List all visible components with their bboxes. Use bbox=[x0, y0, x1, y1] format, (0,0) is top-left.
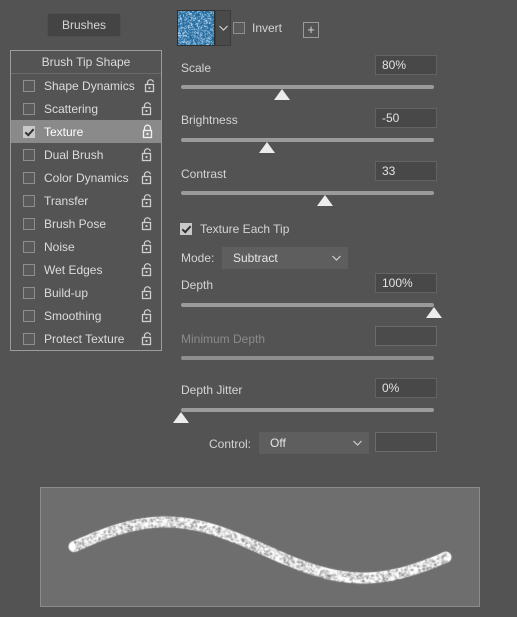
unlock-icon bbox=[141, 217, 152, 231]
brightness-label: Brightness bbox=[181, 113, 238, 127]
chevron-down-icon bbox=[353, 440, 362, 446]
mode-label: Mode: bbox=[181, 251, 215, 265]
option-label: Shape Dynamics bbox=[44, 78, 135, 93]
option-row-noise[interactable]: Noise bbox=[11, 235, 161, 258]
option-row-scattering[interactable]: Scattering bbox=[11, 97, 161, 120]
option-row-brush-pose[interactable]: Brush Pose bbox=[11, 212, 161, 235]
scale-value-field[interactable]: 80% bbox=[375, 55, 437, 75]
mode-dropdown[interactable]: Subtract bbox=[222, 247, 348, 269]
unlock-icon bbox=[144, 79, 154, 93]
unlock-icon bbox=[141, 309, 152, 323]
option-row-wet-edges[interactable]: Wet Edges bbox=[11, 258, 161, 281]
unlock-icon bbox=[141, 332, 152, 346]
option-checkbox[interactable] bbox=[23, 240, 35, 253]
scale-label: Scale bbox=[181, 61, 212, 75]
control-dropdown[interactable]: Off bbox=[259, 432, 369, 454]
brightness-slider-handle[interactable] bbox=[259, 142, 276, 153]
depth-slider-handle[interactable] bbox=[426, 307, 442, 318]
option-checkbox[interactable] bbox=[23, 309, 35, 322]
invert-checkbox-row[interactable]: Invert bbox=[233, 21, 282, 35]
unlock-icon bbox=[141, 286, 152, 300]
option-label: Scattering bbox=[44, 101, 99, 116]
depth-jitter-slider-track[interactable] bbox=[181, 408, 434, 412]
option-row-build-up[interactable]: Build-up bbox=[11, 281, 161, 304]
option-checkbox[interactable] bbox=[23, 217, 35, 230]
option-row-shape-dynamics[interactable]: Shape Dynamics bbox=[11, 74, 161, 97]
brush-stroke-preview bbox=[40, 487, 480, 607]
contrast-slider-track[interactable] bbox=[181, 191, 434, 195]
option-checkbox[interactable] bbox=[23, 102, 35, 115]
invert-checkbox[interactable] bbox=[233, 22, 245, 34]
option-label: Texture bbox=[44, 124, 84, 139]
option-checkbox[interactable] bbox=[23, 171, 35, 184]
brush-options-list: Brush Tip Shape Shape Dynamics Scattering… bbox=[10, 50, 162, 351]
invert-label: Invert bbox=[252, 21, 283, 35]
unlock-icon bbox=[141, 240, 152, 254]
new-texture-preset-button[interactable]: + bbox=[303, 22, 319, 38]
option-row-color-dynamics[interactable]: Color Dynamics bbox=[11, 166, 161, 189]
option-checkbox[interactable] bbox=[23, 79, 35, 92]
option-row-dual-brush[interactable]: Dual Brush bbox=[11, 143, 161, 166]
brightness-value-field[interactable]: -50 bbox=[375, 108, 437, 128]
depth-slider-track[interactable] bbox=[181, 303, 434, 307]
contrast-label: Contrast bbox=[181, 167, 227, 181]
unlock-icon bbox=[141, 194, 152, 208]
option-checkbox[interactable] bbox=[23, 194, 35, 207]
option-row-smoothing[interactable]: Smoothing bbox=[11, 304, 161, 327]
texture-each-tip-checkbox[interactable] bbox=[180, 223, 192, 235]
chevron-down-icon bbox=[332, 255, 341, 261]
texture-preset-dropdown[interactable] bbox=[215, 10, 231, 46]
depth-jitter-slider-handle[interactable] bbox=[173, 412, 189, 423]
option-label: Build-up bbox=[44, 285, 89, 300]
depth-value-field[interactable]: 100% bbox=[375, 273, 437, 293]
option-label: Smoothing bbox=[44, 308, 102, 323]
control-value: Off bbox=[270, 436, 286, 450]
depth-jitter-value-field[interactable]: 0% bbox=[375, 378, 437, 398]
unlock-icon bbox=[141, 263, 152, 277]
contrast-value-field[interactable]: 33 bbox=[375, 161, 437, 181]
option-checkbox[interactable] bbox=[23, 332, 35, 345]
texture-each-tip-label: Texture Each Tip bbox=[200, 222, 290, 236]
depth-jitter-label: Depth Jitter bbox=[181, 383, 243, 397]
option-row-texture[interactable]: Texture bbox=[11, 120, 161, 143]
minimum-depth-value-field bbox=[375, 326, 437, 346]
brush-tip-shape-header[interactable]: Brush Tip Shape bbox=[11, 51, 161, 74]
option-row-transfer[interactable]: Transfer bbox=[11, 189, 161, 212]
texture-each-tip-row[interactable]: Texture Each Tip bbox=[180, 222, 289, 236]
option-checkbox[interactable] bbox=[23, 125, 35, 138]
unlock-icon bbox=[141, 171, 152, 185]
scale-slider-handle[interactable] bbox=[274, 89, 291, 100]
option-label: Brush Pose bbox=[44, 216, 107, 231]
option-checkbox[interactable] bbox=[23, 286, 35, 299]
option-label: Protect Texture bbox=[44, 331, 125, 346]
contrast-slider-handle[interactable] bbox=[317, 195, 334, 206]
depth-label: Depth bbox=[181, 278, 214, 292]
option-label: Color Dynamics bbox=[44, 170, 129, 185]
option-label: Transfer bbox=[44, 193, 89, 208]
option-label: Noise bbox=[44, 239, 75, 254]
control-extra-field bbox=[375, 432, 437, 452]
unlock-icon bbox=[141, 148, 152, 162]
option-row-protect-texture[interactable]: Protect Texture bbox=[11, 327, 161, 350]
scale-slider-track[interactable] bbox=[181, 85, 434, 89]
chevron-down-icon bbox=[218, 25, 228, 31]
lock-icon bbox=[142, 124, 153, 139]
brightness-slider-track[interactable] bbox=[181, 138, 434, 142]
control-label: Control: bbox=[209, 437, 252, 451]
texture-swatch[interactable] bbox=[177, 10, 215, 46]
option-checkbox[interactable] bbox=[23, 148, 35, 161]
unlock-icon bbox=[141, 102, 152, 116]
minimum-depth-slider-track bbox=[181, 356, 434, 360]
mode-value: Subtract bbox=[233, 251, 278, 265]
option-checkbox[interactable] bbox=[23, 263, 35, 276]
plus-icon: + bbox=[307, 22, 315, 37]
option-label: Wet Edges bbox=[44, 262, 103, 277]
option-label: Dual Brush bbox=[44, 147, 104, 162]
minimum-depth-label: Minimum Depth bbox=[181, 332, 266, 346]
brushes-tab-button[interactable]: Brushes bbox=[47, 13, 121, 37]
